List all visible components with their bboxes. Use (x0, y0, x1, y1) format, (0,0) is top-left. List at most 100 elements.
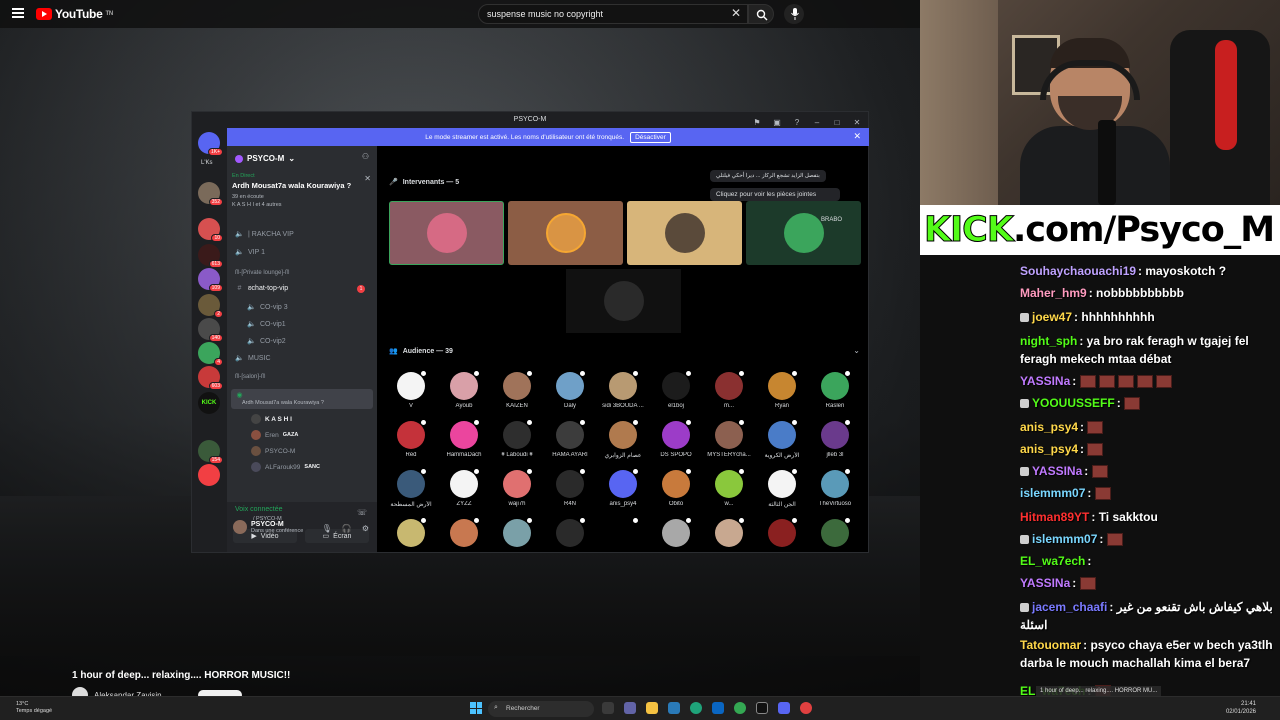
new-server-icon[interactable] (198, 464, 220, 486)
audience-member[interactable]: Red (385, 419, 437, 458)
server-icon[interactable]: 109 (198, 268, 223, 292)
taskbar-search[interactable]: ⌕ Rechercher (488, 701, 594, 717)
audience-member[interactable] (756, 517, 808, 550)
disconnect-icon[interactable]: ☏ (357, 508, 367, 517)
close-icon[interactable]: ✕ (853, 131, 861, 142)
server-header[interactable]: PSYCO-M ⌄ (235, 154, 295, 163)
audience-member[interactable]: R4N (544, 468, 596, 507)
server-icon[interactable]: 140 (198, 318, 223, 342)
disable-streamer-button[interactable]: Désactiver (630, 131, 671, 143)
youtube-search-input[interactable]: suspense music no copyright (478, 4, 748, 24)
audience-member[interactable]: HAMA AYARI (544, 419, 596, 458)
audience-member[interactable]: jlleb 3l (809, 419, 861, 458)
speaker-tile[interactable] (566, 269, 681, 333)
audience-member[interactable] (491, 517, 543, 550)
audience-member[interactable]: الأرض الكروية (756, 419, 808, 459)
server-icon[interactable]: 603 (198, 366, 223, 390)
discord-home-icon[interactable]: 1K+ (198, 132, 223, 156)
youtube-logo[interactable]: YouTube TN (36, 7, 113, 21)
server-icon[interactable]: 613 (198, 244, 223, 268)
audience-member[interactable]: V (385, 370, 437, 409)
speaker-tile[interactable] (627, 201, 742, 265)
audience-member[interactable]: w... (703, 468, 755, 507)
close-icon[interactable]: ✕ (364, 174, 371, 183)
audience-member[interactable]: sidi 3BOUDA ... (597, 370, 649, 409)
audience-member[interactable] (544, 517, 596, 550)
audience-member[interactable]: الجن الثالثة (756, 468, 808, 508)
server-icon[interactable]: 4 (198, 342, 223, 366)
channel-item[interactable]: 🔈 VIP 1 (235, 248, 265, 257)
edge-icon[interactable] (690, 702, 702, 714)
channel-category[interactable]: ᗰ-[Private lounge]-ᗰ (235, 270, 289, 277)
task-view-icon[interactable] (602, 702, 614, 714)
audience-member[interactable]: HammaDach (438, 419, 490, 458)
audience-member[interactable]: MYSTERYcha... (703, 419, 755, 458)
voice-user[interactable]: K A S H I (251, 414, 292, 424)
audience-member[interactable]: DS SPOPO (650, 419, 702, 458)
audience-member[interactable]: Obito (650, 468, 702, 507)
user-info[interactable]: PSYCO-M Dans une conférence (233, 520, 303, 534)
audience-member[interactable]: الأرض المسطحة (385, 468, 437, 508)
audience-member[interactable]: ¥ Laboudi ¥ (491, 419, 543, 458)
chevron-down-icon[interactable]: ⌄ (853, 346, 860, 355)
add-friend-icon[interactable]: ⚇ (362, 152, 369, 161)
audience-member[interactable] (438, 517, 490, 550)
channel-item[interactable]: 🔈 MUSIC (235, 354, 270, 363)
server-icon[interactable]: 10 (198, 218, 223, 242)
chrome-icon[interactable] (734, 702, 746, 714)
channel-item[interactable]: 🔈 CO-vip 3 (247, 303, 287, 312)
channel-item[interactable]: 🔈 CO-vip1 (247, 320, 286, 329)
speaker-tile[interactable] (508, 201, 623, 265)
audience-member[interactable]: Raslen (809, 370, 861, 409)
teams-icon[interactable] (624, 702, 636, 714)
audience-member[interactable] (809, 517, 861, 550)
server-icon[interactable]: 352 (198, 182, 223, 206)
speaker-tile[interactable] (389, 201, 504, 265)
audience-member[interactable]: waji7h (491, 468, 543, 507)
channel-item[interactable]: 🔈 CO-vip2 (247, 337, 286, 346)
attachment-tooltip[interactable]: Cliquez pour voir les pièces jointes (710, 188, 840, 201)
channel-item[interactable]: 🔈 | RAKCHA VIP (235, 230, 294, 239)
youtube-search-button[interactable] (748, 4, 774, 24)
app-icon[interactable] (668, 702, 680, 714)
headphones-icon[interactable]: 🎧 (342, 524, 352, 533)
close-icon[interactable]: ✕ (731, 6, 741, 20)
weather-widget[interactable]: 13°C Temps dégagé (16, 701, 52, 715)
audience-member[interactable]: anis_psy4 (597, 468, 649, 507)
menu-icon[interactable] (12, 8, 24, 18)
live-event-card[interactable]: En Direct Ardh Mousat7a wala Kourawiya ?… (232, 173, 372, 225)
audience-member[interactable]: el1boj (650, 370, 702, 409)
audience-member[interactable] (650, 517, 702, 550)
taskbar-clock[interactable]: 21:41 02/01/2026 (1226, 700, 1256, 716)
gear-icon[interactable]: ⚙ (362, 524, 369, 533)
media-title[interactable]: 1 hour of deep... relaxing.... HORROR MU… (1036, 686, 1162, 696)
audience-member[interactable]: Ryan (756, 370, 808, 409)
voice-user[interactable]: PSYCO-M (251, 446, 295, 456)
audience-member[interactable]: KAIZEN (491, 370, 543, 409)
audience-member[interactable] (703, 517, 755, 550)
voice-user[interactable]: ALFarouk99 SANC (251, 462, 320, 472)
audience-member[interactable] (597, 517, 649, 550)
channel-item[interactable]: # ʚchat-top-vip 1 (235, 285, 371, 293)
audience-member[interactable] (385, 517, 437, 550)
speaker-tile[interactable] (746, 201, 861, 265)
stage-channel-active[interactable]: ◉ Ardh Mousat7a wala Kourawiya ? (231, 389, 373, 409)
audience-member[interactable]: عصام الزوابري (597, 419, 649, 459)
channel-category[interactable]: ᗰ-[salon]-ᗰ (235, 374, 265, 381)
audience-member[interactable]: m... (703, 370, 755, 409)
app-icon[interactable] (800, 702, 812, 714)
audience-member[interactable]: ZYZZ (438, 468, 490, 507)
audience-member[interactable]: TheVirtuoso (809, 468, 861, 507)
file-explorer-icon[interactable] (646, 702, 658, 714)
kick-server-icon[interactable]: KICK (198, 392, 220, 414)
windows-start-icon[interactable] (470, 702, 482, 714)
discord-icon[interactable] (778, 702, 790, 714)
audience-member[interactable]: Daly (544, 370, 596, 409)
server-icon[interactable]: 2 (198, 294, 223, 318)
audience-member[interactable]: Ayoub (438, 370, 490, 409)
server-icon[interactable]: 154 (198, 440, 223, 464)
voice-search-button[interactable] (784, 4, 804, 24)
obs-icon[interactable] (756, 702, 768, 714)
app-icon[interactable] (712, 702, 724, 714)
voice-user[interactable]: Eren GAZA (251, 430, 298, 440)
